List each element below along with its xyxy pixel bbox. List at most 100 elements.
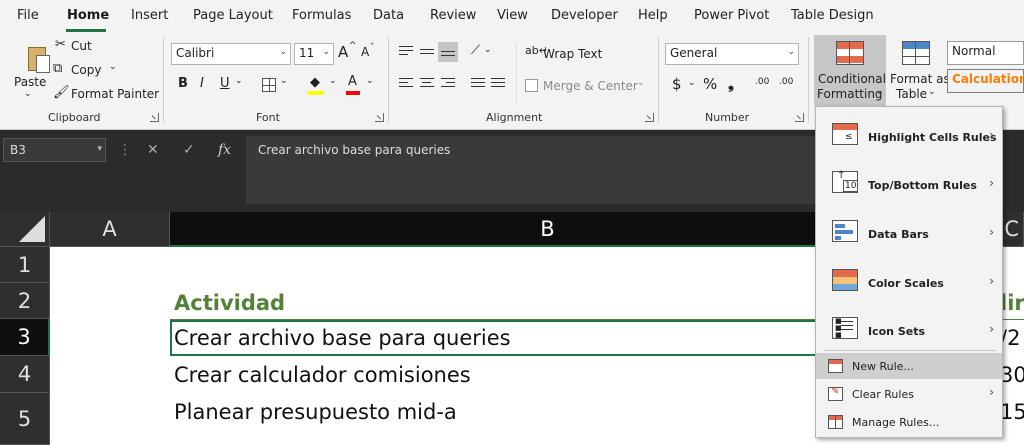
alignment-launcher-icon[interactable] [645, 113, 654, 122]
wrap-text-button[interactable]: ab↵ Wrap Text [525, 44, 605, 63]
format-as-table-button[interactable]: Format as Table ⌄ [888, 35, 950, 106]
underline-button[interactable]: U [220, 76, 230, 91]
menu-item-new-rule[interactable]: New Rule... [816, 353, 1002, 379]
font-group-label: Font [256, 111, 280, 124]
cell-c5[interactable]: 15 [1000, 400, 1024, 424]
italic-button[interactable]: I [200, 76, 204, 91]
align-center-icon[interactable] [420, 78, 434, 90]
tab-review[interactable]: Review [430, 8, 476, 23]
top-bottom-badge: 10 [843, 180, 859, 192]
number-format-select[interactable]: General ⌄ [665, 43, 799, 65]
menu-item-icon-sets[interactable]: ■ ■ ■ Icon Sets › [816, 305, 1002, 353]
font-name-select[interactable]: Calibri ⌄ [171, 43, 291, 65]
tab-power-pivot[interactable]: Power Pivot [694, 8, 769, 23]
menu-item-top-bottom-rules[interactable]: ↑ 10 Top/Bottom Rules › [816, 159, 1002, 207]
cell-c2[interactable]: lir [1000, 291, 1024, 315]
row-header-4[interactable]: 4 [0, 356, 50, 393]
column-header-a[interactable]: A [50, 212, 170, 247]
row-header-5[interactable]: 5 [0, 393, 50, 445]
chevron-down-icon: ⌄ [688, 78, 696, 88]
style-calculation-label: Calculation [952, 72, 1024, 86]
tab-table-design[interactable]: Table Design [791, 8, 874, 23]
cell-c3[interactable]: /2 [1000, 326, 1020, 350]
font-size-select[interactable]: 11 ⌄ [294, 43, 334, 65]
tab-page-layout[interactable]: Page Layout [193, 8, 273, 23]
clipboard-launcher-icon[interactable] [150, 113, 159, 122]
tab-file[interactable]: File [17, 8, 39, 23]
chevron-down-icon: ⌄ [235, 76, 243, 86]
orientation-icon[interactable]: ⟋ [471, 43, 480, 58]
top-bottom-icon: ↑ 10 [832, 170, 859, 193]
conditional-formatting-label-1: Conditional [818, 72, 886, 86]
format-painter-button[interactable]: 🖌 Format Painter [53, 85, 159, 103]
borders-icon[interactable] [262, 78, 276, 92]
font-launcher-icon[interactable] [375, 113, 384, 122]
paste-icon [25, 45, 51, 75]
style-calculation-tile[interactable]: Calculation [947, 69, 1024, 93]
fill-color-icon[interactable]: ◆ [310, 75, 320, 90]
cell-b2[interactable]: Actividad [174, 291, 285, 315]
bold-button[interactable]: B [178, 76, 188, 91]
tab-home[interactable]: Home [67, 8, 109, 23]
column-header-b[interactable]: B [170, 212, 926, 247]
percent-button[interactable]: % [703, 75, 717, 93]
menu-item-clear-rules[interactable]: ✎ Clear Rules › [816, 381, 1002, 407]
group-divider [388, 37, 389, 123]
comma-style-button[interactable]: ❟ [728, 75, 734, 93]
align-right-icon[interactable] [441, 78, 455, 90]
font-color-icon[interactable]: A [348, 74, 357, 89]
row-header-1[interactable]: 1 [0, 247, 50, 283]
chevron-down-icon: ⌄ [280, 76, 288, 86]
paste-button[interactable]: Paste ⌄ [8, 37, 50, 107]
select-all-button[interactable] [0, 212, 50, 247]
cell-b4[interactable]: Crear calculador comisiones [174, 363, 471, 387]
chevron-down-icon: ⌄ [322, 47, 330, 57]
clipboard-group-label: Clipboard [48, 111, 101, 124]
formula-input[interactable]: Crear archivo base para queries [246, 136, 816, 204]
paste-label: Paste [14, 75, 47, 89]
increase-indent-icon[interactable] [491, 78, 505, 90]
align-bottom-icon [441, 51, 455, 59]
decrease-indent-icon[interactable] [471, 78, 485, 90]
menu-label: Color Scales [868, 277, 944, 290]
align-middle-icon[interactable] [420, 49, 434, 57]
caret-down-icon: ˇ [370, 43, 375, 53]
menu-item-data-bars[interactable]: Data Bars › [816, 207, 1002, 257]
insert-function-button[interactable]: fx [218, 142, 231, 158]
font-size-value: 11 [299, 46, 315, 60]
tab-insert[interactable]: Insert [131, 8, 168, 23]
cell-c4[interactable]: 30 [1000, 363, 1024, 387]
increase-decimal-button[interactable]: .00 [755, 77, 769, 87]
copy-button[interactable]: ⧉ Copy ⌄ [53, 61, 123, 79]
tab-view[interactable]: View [497, 8, 528, 23]
merge-center-button[interactable]: Merge & Center ⌄ [525, 77, 645, 95]
enter-icon[interactable]: ✓ [183, 142, 195, 158]
grow-font-button[interactable]: A [338, 43, 348, 61]
tab-data[interactable]: Data [373, 8, 404, 23]
style-normal-tile[interactable]: Normal [947, 41, 1024, 65]
chevron-right-icon: › [989, 225, 994, 239]
align-top-icon[interactable] [399, 46, 413, 58]
menu-item-manage-rules[interactable]: Manage Rules... [816, 409, 1002, 435]
align-left-icon[interactable] [399, 78, 413, 90]
name-box[interactable]: B3 ▾ [3, 138, 106, 162]
row-header-3[interactable]: 3 [0, 319, 50, 356]
tab-developer[interactable]: Developer [551, 8, 618, 23]
currency-button[interactable]: $ [672, 75, 682, 93]
shrink-font-button[interactable]: A [361, 45, 369, 59]
tab-help[interactable]: Help [638, 8, 668, 23]
font-name-value: Calibri [176, 46, 215, 60]
cancel-icon[interactable]: ✕ [147, 142, 159, 158]
format-as-table-label-1: Format as [890, 72, 950, 86]
row-header-2[interactable]: 2 [0, 283, 50, 319]
menu-item-color-scales[interactable]: Color Scales › [816, 257, 1002, 305]
cell-b5[interactable]: Planear presupuesto mid-a [174, 400, 457, 424]
chevron-right-icon: › [989, 385, 994, 399]
decrease-decimal-button[interactable]: .00 [779, 77, 793, 87]
cut-button[interactable]: ✂ Cut [53, 37, 103, 55]
number-launcher-icon[interactable] [795, 113, 804, 122]
tab-formulas[interactable]: Formulas [292, 8, 351, 23]
number-format-value: General [670, 46, 718, 60]
selected-cell-border [170, 320, 882, 356]
menu-item-highlight-cells-rules[interactable]: ≤ Highlight Cells Rules › [816, 111, 1002, 159]
